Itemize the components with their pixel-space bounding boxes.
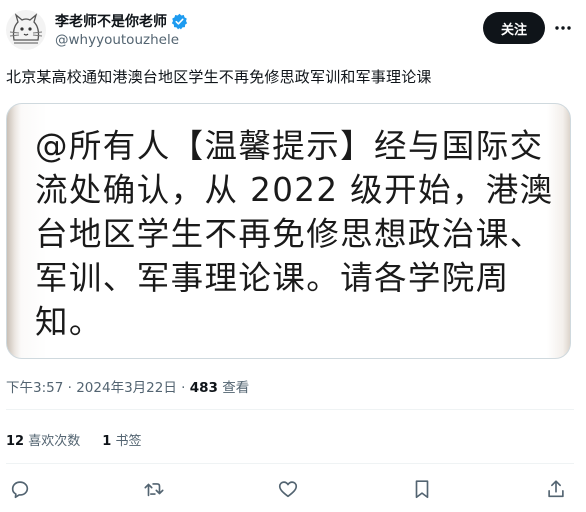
like-icon: [278, 481, 298, 498]
divider: [6, 463, 574, 464]
author-handle[interactable]: @whyyoutouzhele: [55, 32, 179, 48]
author-name[interactable]: 李老师不是你老师: [55, 11, 188, 31]
bookmarks-count: 1: [102, 434, 112, 449]
views-label: 查看: [222, 380, 250, 396]
image-text: @所有人【温馨提示】经与国际交流处确认，从 2022 级开始，港澳台地区学生不再…: [35, 127, 554, 341]
bookmarks-label: 书签: [115, 434, 142, 449]
tweet-meta: 下午3:57 · 2024年3月22日 · 483 查看: [6, 376, 249, 396]
meta-separator: ·: [67, 380, 77, 396]
tweet-text: 北京某高校通知港澳台地区学生不再免修思政军训和军事理论课: [6, 68, 432, 86]
divider: [6, 409, 574, 410]
reply-button[interactable]: [9, 478, 31, 500]
likes-count: 12: [6, 434, 25, 449]
reply-icon: [11, 481, 29, 499]
retweet-button[interactable]: [143, 478, 165, 500]
views-count: 483: [189, 380, 218, 396]
more-options-icon[interactable]: [554, 20, 572, 36]
share-button[interactable]: [545, 478, 567, 500]
tweet-image[interactable]: @所有人【温馨提示】经与国际交流处确认，从 2022 级开始，港澳台地区学生不再…: [6, 103, 571, 359]
bookmark-icon: [415, 480, 429, 499]
action-bar: [0, 474, 586, 504]
bookmarks-stat[interactable]: 1 书签: [102, 430, 141, 449]
tweet-date[interactable]: 2024年3月22日: [76, 380, 177, 396]
cat-sketch-avatar-icon: [9, 13, 43, 44]
bookmark-button[interactable]: [411, 478, 433, 500]
follow-button[interactable]: 关注: [483, 12, 545, 44]
like-button[interactable]: [277, 478, 299, 500]
likes-label: 喜欢次数: [28, 434, 81, 449]
avatar[interactable]: [6, 10, 46, 50]
tweet-time[interactable]: 下午3:57: [6, 380, 63, 396]
author-display-name[interactable]: 李老师不是你老师: [55, 11, 167, 31]
retweet-icon: [144, 483, 164, 497]
meta-separator: ·: [181, 380, 190, 396]
share-icon: [548, 480, 564, 498]
verified-badge-icon: [171, 13, 188, 29]
likes-stat[interactable]: 12 喜欢次数: [6, 430, 80, 449]
tweet-stats: 12 喜欢次数 1 书签: [6, 430, 141, 449]
